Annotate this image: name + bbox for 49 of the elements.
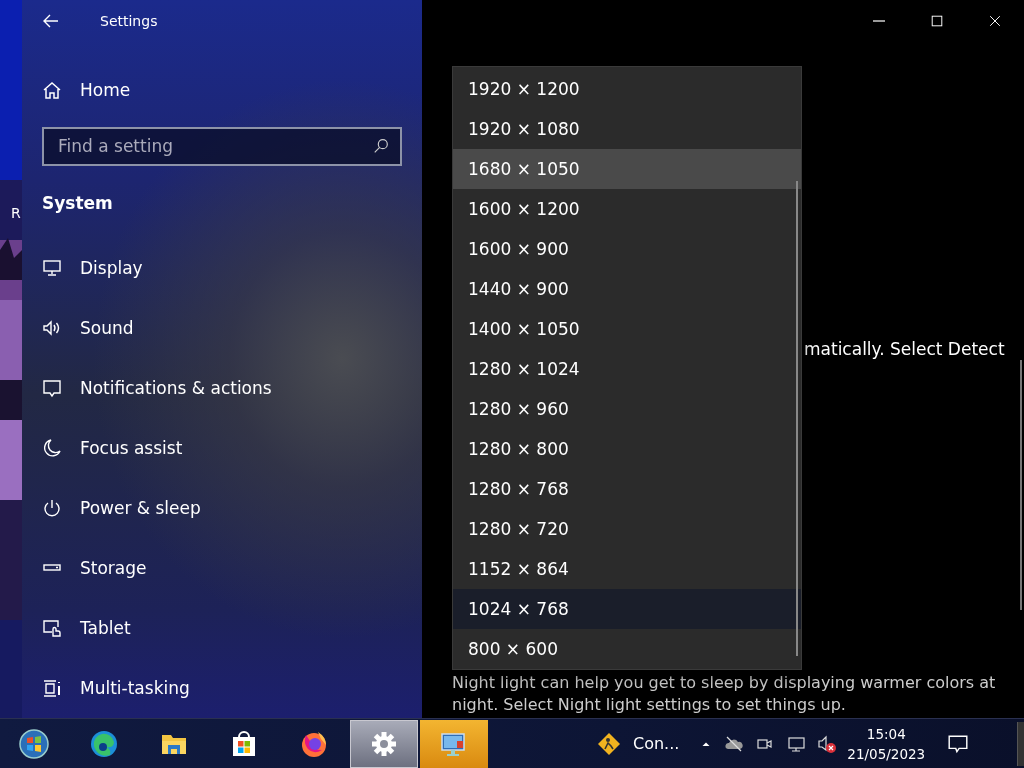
- dropdown-option[interactable]: 1024 × 768: [453, 589, 801, 629]
- description-text: matically. Select Detect: [804, 339, 1006, 361]
- desktop-icon-label: R: [11, 205, 21, 221]
- dropdown-option[interactable]: 1280 × 960: [453, 389, 801, 429]
- nav-item[interactable]: Power & sleep: [22, 478, 422, 538]
- dropdown-option[interactable]: 800 × 600: [453, 629, 801, 669]
- start-orb-icon: [18, 727, 50, 760]
- dropdown-option[interactable]: 1280 × 800: [453, 429, 801, 469]
- section-heading: System: [42, 192, 114, 214]
- search-field[interactable]: Find a setting: [42, 126, 402, 166]
- dropdown-option[interactable]: 1152 × 864: [453, 549, 801, 589]
- search-icon: [372, 136, 390, 155]
- tablet-hand-icon: [42, 618, 62, 638]
- minimize-icon: [873, 20, 885, 22]
- speaker-icon: [42, 318, 62, 338]
- speech-bubble-icon: [42, 378, 62, 398]
- monitor-icon: [42, 258, 62, 278]
- dropdown-option[interactable]: 1920 × 1080: [453, 109, 801, 149]
- dropdown-option[interactable]: 1280 × 720: [453, 509, 801, 549]
- nav-item[interactable]: Storage: [22, 538, 422, 598]
- dropdown-option[interactable]: 1600 × 900: [453, 229, 801, 269]
- maximize-icon: [929, 13, 945, 29]
- dropdown-option[interactable]: 1600 × 1200: [453, 189, 801, 229]
- multitask-icon: [42, 678, 62, 698]
- speaker-muted-icon: [817, 733, 838, 754]
- nav-item[interactable]: Tablet: [22, 598, 422, 658]
- dropdown-option[interactable]: 1400 × 1050: [453, 309, 801, 349]
- taskbar-task-button[interactable]: Con...: [587, 719, 690, 768]
- dropdown-option[interactable]: 1920 × 1200: [453, 69, 801, 109]
- nav-item[interactable]: Notifications & actions: [22, 358, 422, 418]
- night-light-description: Night light can help you get to sleep by displaying warmer colors at night. Select Night light settings to set things up.: [452, 672, 997, 716]
- nav-item[interactable]: Display: [22, 238, 422, 298]
- dropdown-option[interactable]: 1280 × 768: [453, 469, 801, 509]
- nav-item[interactable]: Sound: [22, 298, 422, 358]
- window-title: Settings: [100, 13, 158, 29]
- moon-icon: [42, 438, 62, 458]
- nav-item[interactable]: Multi-tasking: [22, 658, 422, 718]
- warning-sign-icon: [597, 731, 621, 756]
- clock[interactable]: 15:04 21/05/2023: [847, 723, 926, 764]
- home-nav-item[interactable]: Home: [42, 72, 422, 108]
- home-icon: [42, 79, 62, 100]
- dropdown-option[interactable]: 1680 × 1050: [453, 149, 801, 189]
- taskbar-app-button[interactable]: [420, 719, 488, 768]
- taskbar-app-button[interactable]: [350, 719, 418, 768]
- close-icon: [987, 13, 1003, 29]
- dropdown-option[interactable]: 1440 × 900: [453, 269, 801, 309]
- nav-item[interactable]: Focus assist: [22, 418, 422, 478]
- power-icon: [42, 498, 62, 518]
- dropdown-option[interactable]: 1280 × 1024: [453, 349, 801, 389]
